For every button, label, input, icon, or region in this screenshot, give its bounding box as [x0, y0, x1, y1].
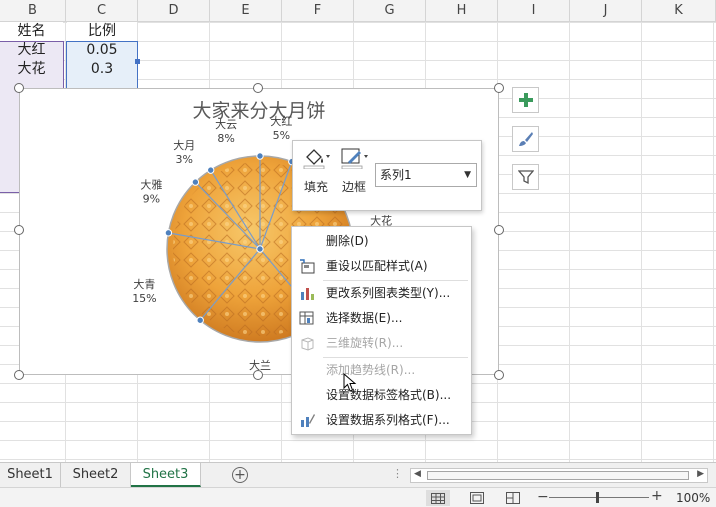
fill-button[interactable]: 填充	[299, 147, 333, 195]
menu-item-change-chart-type[interactable]: 更改系列图表类型(Y)...	[292, 281, 471, 306]
data-label-pct-7[interactable]: 8%	[217, 132, 234, 145]
series-dropdown[interactable]: 系列1 ▼	[375, 163, 477, 187]
resize-handle-top[interactable]	[253, 83, 263, 93]
resize-handle-top-left[interactable]	[14, 83, 24, 93]
menu-item-3d-rotation: 三维旋转(R)...	[292, 331, 471, 356]
select-data-icon	[299, 311, 314, 325]
format-series-icon	[301, 414, 315, 427]
cell-b1[interactable]: 姓名	[0, 22, 63, 41]
column-header-d[interactable]: D	[138, 0, 210, 22]
menu-item-select-data[interactable]: 选择数据(E)...	[292, 306, 471, 331]
chart-styles-button[interactable]	[512, 126, 539, 152]
zoom-out-icon[interactable]: −	[537, 489, 549, 505]
column-header-k[interactable]: K	[642, 0, 716, 22]
resize-handle-bottom-right[interactable]	[494, 370, 504, 380]
column-header-b[interactable]: B	[0, 0, 66, 22]
data-label-name-4[interactable]: 大青	[133, 277, 155, 291]
tab-sheet2[interactable]: Sheet2	[61, 463, 131, 487]
column-header-f[interactable]: F	[282, 0, 354, 22]
data-label-pct-5[interactable]: 9%	[143, 192, 160, 205]
column-header-c[interactable]: C	[66, 0, 138, 22]
data-label-pct-4[interactable]: 15%	[132, 292, 156, 305]
brush-icon	[518, 132, 533, 146]
format-mini-toolbar: 填充 边框 系列1 ▼	[292, 140, 482, 211]
menu-item-format-data-labels[interactable]: 设置数据标签格式(B)...	[292, 383, 471, 408]
menu-item-format-data-series[interactable]: 设置数据系列格式(F)...	[292, 408, 471, 433]
slice-point-handle-6[interactable]	[191, 178, 200, 186]
menu-item-delete[interactable]: 删除(D)	[292, 229, 471, 254]
status-bar: − + 100%	[0, 487, 716, 507]
column-header-bar: B C D E F G H I J K	[0, 0, 716, 22]
zoom-level[interactable]: 100%	[676, 491, 710, 505]
data-label-name-5[interactable]: 大雅	[140, 177, 162, 191]
data-label-pct-1[interactable]: 5%	[273, 129, 290, 142]
column-header-i[interactable]: I	[498, 0, 570, 22]
menu-item-add-trendline: 添加趋势线(R)...	[326, 363, 416, 377]
column-header-e[interactable]: E	[210, 0, 282, 22]
column-header-h[interactable]: H	[426, 0, 498, 22]
context-menu: 删除(D) 重设以匹配样式(A) 更改系列图表类型(Y)... 选择数据(E).…	[291, 226, 472, 435]
filter-icon	[517, 170, 534, 185]
tab-sheet1[interactable]: Sheet1	[0, 463, 61, 487]
outline-label: 边框	[341, 180, 366, 194]
cell-c1[interactable]: 比例	[67, 22, 137, 41]
data-label-pct-6[interactable]: 3%	[176, 153, 193, 166]
add-sheet-plus-icon[interactable]: +	[232, 467, 248, 483]
page-layout-view-button[interactable]	[465, 490, 489, 506]
horizontal-scrollbar[interactable]: ◀ ▶	[410, 468, 708, 483]
3d-rotation-icon	[301, 337, 314, 351]
pen-outline-icon	[341, 148, 368, 170]
resize-handle-bottom[interactable]	[253, 370, 263, 380]
tab-sheet3[interactable]: Sheet3	[131, 463, 201, 487]
column-header-g[interactable]: G	[354, 0, 426, 22]
data-label-name-6[interactable]: 大月	[173, 138, 195, 152]
fill-label: 填充	[303, 180, 328, 194]
slice-point-handle-7[interactable]	[207, 166, 215, 174]
mouse-pointer-icon	[343, 373, 357, 392]
menu-item-reset-style[interactable]: 重设以匹配样式(A)	[292, 254, 471, 279]
zoom-in-icon[interactable]: +	[651, 488, 663, 504]
column-header-j[interactable]: J	[570, 0, 642, 22]
page-break-view-button[interactable]	[501, 490, 525, 506]
chart-filter-button[interactable]	[512, 164, 539, 190]
range-resize-handle[interactable]	[135, 59, 140, 64]
range-highlight-values	[66, 41, 138, 89]
zoom-slider-track[interactable]	[549, 497, 649, 498]
paint-bucket-icon	[303, 149, 330, 170]
data-label-name-1[interactable]: 大红	[270, 114, 292, 128]
slice-point-handle-1[interactable]	[256, 152, 264, 160]
resize-handle-right[interactable]	[494, 225, 504, 235]
slice-point-handle-5[interactable]	[164, 229, 173, 237]
scroll-left-icon[interactable]: ◀	[414, 469, 421, 479]
split-handle-icon[interactable]: ⋮	[392, 467, 403, 480]
chevron-down-icon: ▼	[464, 170, 471, 180]
resize-handle-top-right[interactable]	[494, 83, 504, 93]
grid-view-icon	[431, 492, 445, 504]
resize-handle-left[interactable]	[14, 225, 24, 235]
page-break-icon	[506, 492, 520, 504]
resize-handle-bottom-left[interactable]	[14, 370, 24, 380]
outline-button[interactable]: 边框	[337, 147, 371, 195]
scrollbar-thumb[interactable]	[427, 471, 689, 480]
normal-view-button[interactable]	[426, 490, 450, 506]
reset-style-icon	[300, 259, 315, 274]
plus-icon	[518, 93, 533, 107]
slice-point-handle-4[interactable]	[196, 316, 204, 324]
scroll-right-icon[interactable]: ▶	[697, 469, 704, 479]
series-dropdown-value: 系列1	[380, 168, 412, 182]
data-label-name-7[interactable]: 大云	[215, 117, 237, 131]
sheet-tab-bar: Sheet1 Sheet2 Sheet3 + ⋮ ◀ ▶	[0, 462, 716, 487]
change-chart-type-icon	[301, 288, 314, 300]
chart-elements-button[interactable]	[512, 87, 539, 113]
zoom-slider-thumb[interactable]	[596, 492, 599, 503]
page-layout-icon	[470, 492, 484, 504]
pie-center-handle[interactable]	[256, 245, 264, 253]
